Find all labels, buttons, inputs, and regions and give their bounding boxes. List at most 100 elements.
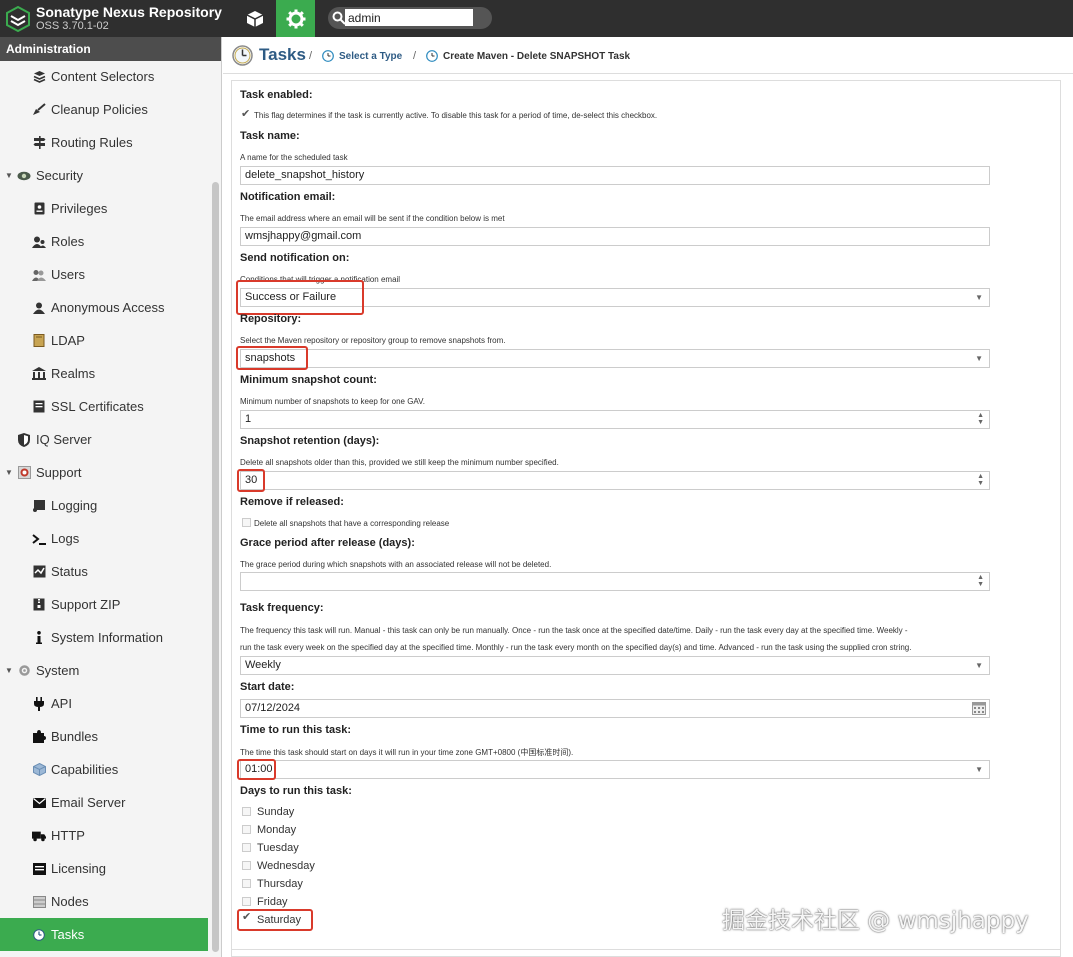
chevron-down-icon[interactable]: ▼ xyxy=(975,354,983,363)
task-enabled-label: Task enabled: xyxy=(240,89,313,101)
sidebar-item-bundles[interactable]: Bundles xyxy=(0,720,208,753)
sidebar-item-iq-server[interactable]: IQ Server xyxy=(0,423,208,456)
sidebar-item-anonymous-access[interactable]: Anonymous Access xyxy=(0,291,208,324)
time-to-run-help: The time this task should start on days … xyxy=(240,748,574,757)
remove-released-label: Remove if released: xyxy=(240,496,344,508)
caret-down-icon[interactable]: ▼ xyxy=(5,171,15,180)
sidebar-group-system[interactable]: ▼ System xyxy=(0,654,208,687)
retention-label: Snapshot retention (days): xyxy=(240,435,380,447)
notification-email-label: Notification email: xyxy=(240,191,336,203)
clock-icon xyxy=(322,50,334,62)
sidebar-item-privileges[interactable]: Privileges xyxy=(0,192,208,225)
grace-period-input[interactable]: ▲ ▼ xyxy=(240,572,990,591)
sidebar-item-support-zip[interactable]: Support ZIP xyxy=(0,588,208,621)
sidebar-item-label: Tasks xyxy=(51,927,85,942)
sidebar-scrollbar-thumb[interactable] xyxy=(212,182,219,952)
calendar-icon[interactable] xyxy=(972,702,986,715)
sidebar-header: Administration xyxy=(0,37,221,61)
sidebar-item-routing-rules[interactable]: Routing Rules xyxy=(0,126,208,159)
task-name-input[interactable]: delete_snapshot_history xyxy=(240,166,990,185)
spinner-icon[interactable]: ▲ ▼ xyxy=(977,473,984,487)
sidebar-item-label: Roles xyxy=(51,234,85,249)
start-date-input[interactable]: 07/12/2024 xyxy=(240,699,990,718)
day-checkbox-wednesday[interactable] xyxy=(242,861,251,870)
retention-input[interactable]: 30 ▲ ▼ xyxy=(240,471,990,490)
chevron-down-icon[interactable]: ▼ xyxy=(975,661,983,670)
min-snapshot-input[interactable]: 1 ▲ ▼ xyxy=(240,410,990,429)
remove-released-checkbox[interactable] xyxy=(242,518,251,527)
sidebar-item-label: Privileges xyxy=(51,201,108,216)
sidebar-item-content-selectors[interactable]: Content Selectors xyxy=(0,60,208,93)
highlight-box xyxy=(236,346,308,370)
repository-select[interactable]: snapshots ▼ xyxy=(240,349,990,368)
sidebar-item-email-server[interactable]: Email Server xyxy=(0,786,208,819)
repository-help: Select the Maven repository or repositor… xyxy=(240,336,506,345)
sidebar-item-capabilities[interactable]: Capabilities xyxy=(0,753,208,786)
frequency-select[interactable]: Weekly ▼ xyxy=(240,656,990,675)
gear-icon xyxy=(17,664,31,678)
sidebar-item-label: Licensing xyxy=(51,861,106,876)
repository-label: Repository: xyxy=(240,313,302,325)
breadcrumb-tasks-link[interactable]: Tasks xyxy=(259,45,306,65)
sidebar-item-licensing[interactable]: Licensing xyxy=(0,852,208,885)
task-name-label: Task name: xyxy=(240,130,300,142)
sidebar-item-ldap[interactable]: LDAP xyxy=(0,324,208,357)
breadcrumb-select-type-link[interactable]: Select a Type xyxy=(339,51,402,62)
sidebar-item-nodes[interactable]: Nodes xyxy=(0,885,208,918)
nexus-logo-icon xyxy=(6,6,30,32)
clock-icon xyxy=(426,50,438,62)
start-date-label: Start date: xyxy=(240,681,295,693)
frequency-label: Task frequency: xyxy=(240,602,324,614)
task-name-value: delete_snapshot_history xyxy=(245,169,365,181)
sidebar-item-label: Users xyxy=(51,267,85,282)
envelope-icon xyxy=(32,796,46,810)
task-enabled-checkbox[interactable]: ✔ xyxy=(241,109,250,120)
sidebar-item-users[interactable]: Users xyxy=(0,258,208,291)
sidebar-item-logging[interactable]: Logging xyxy=(0,489,208,522)
sidebar-item-label: SSL Certificates xyxy=(51,399,144,414)
browse-button[interactable] xyxy=(235,0,274,37)
sidebar-item-logs[interactable]: Logs xyxy=(0,522,208,555)
time-to-run-select[interactable]: 01:00 ▼ xyxy=(240,760,990,779)
sidebar-item-cleanup-policies[interactable]: Cleanup Policies xyxy=(0,93,208,126)
sidebar-item-label: LDAP xyxy=(51,333,85,348)
layers-icon xyxy=(32,70,46,84)
sidebar-item-label: API xyxy=(51,696,72,711)
spinner-icon[interactable]: ▲ ▼ xyxy=(977,412,984,426)
day-checkbox-monday[interactable] xyxy=(242,825,251,834)
lifebuoy-icon xyxy=(17,466,31,480)
chevron-down-icon[interactable]: ▼ xyxy=(975,293,983,302)
time-to-run-label: Time to run this task: xyxy=(240,724,352,736)
eye-icon xyxy=(17,169,31,183)
caret-down-icon[interactable]: ▼ xyxy=(5,666,15,675)
certificate-icon xyxy=(32,400,46,414)
search-box[interactable] xyxy=(328,7,492,29)
sidebar-item-ssl-certificates[interactable]: SSL Certificates xyxy=(0,390,208,423)
search-input[interactable] xyxy=(345,9,473,26)
sidebar-group-security[interactable]: ▼ Security xyxy=(0,159,208,192)
sidebar-item-tasks[interactable]: Tasks xyxy=(0,918,208,951)
retention-help: Delete all snapshots older than this, pr… xyxy=(240,458,559,467)
cube-icon xyxy=(32,763,46,777)
scroll-icon xyxy=(32,499,46,513)
day-checkbox-friday[interactable] xyxy=(242,897,251,906)
sidebar-item-status[interactable]: Status xyxy=(0,555,208,588)
day-checkbox-sunday[interactable] xyxy=(242,807,251,816)
chevron-down-icon[interactable]: ▼ xyxy=(975,765,983,774)
sidebar-item-http[interactable]: HTTP xyxy=(0,819,208,852)
day-checkbox-thursday[interactable] xyxy=(242,879,251,888)
sidebar-item-api[interactable]: API xyxy=(0,687,208,720)
administration-button[interactable] xyxy=(276,0,315,37)
notification-email-value: wmsjhappy@gmail.com xyxy=(245,230,362,242)
spinner-icon[interactable]: ▲ ▼ xyxy=(977,574,984,588)
sidebar-item-system-information[interactable]: System Information xyxy=(0,621,208,654)
sidebar-group-support[interactable]: ▼ Support xyxy=(0,456,208,489)
day-checkbox-tuesday[interactable] xyxy=(242,843,251,852)
caret-down-icon[interactable]: ▼ xyxy=(5,468,15,477)
puzzle-icon xyxy=(32,730,46,744)
sidebar-item-realms[interactable]: Realms xyxy=(0,357,208,390)
frequency-help-line1: The frequency this task will run. Manual… xyxy=(240,626,908,635)
sidebar-item-roles[interactable]: Roles xyxy=(0,225,208,258)
notification-email-input[interactable]: wmsjhappy@gmail.com xyxy=(240,227,990,246)
brand[interactable]: Sonatype Nexus Repository OSS 3.70.1-02 xyxy=(6,4,222,32)
